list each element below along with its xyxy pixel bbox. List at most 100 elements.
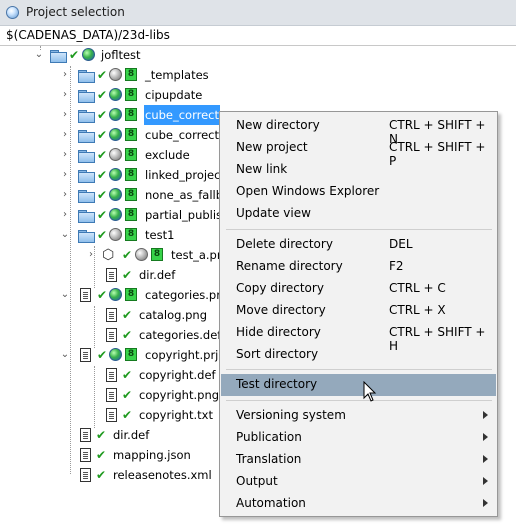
menu-item-delete-directory[interactable]: Delete directory DEL (221, 234, 496, 256)
tree-node-label: dir.def (139, 268, 176, 282)
check-icon: ✔ (97, 228, 108, 242)
tree-node-label: test_a.prj (171, 248, 225, 262)
collapse-arrow-icon[interactable]: ⌄ (60, 345, 70, 365)
file-icon (80, 288, 91, 302)
expand-arrow-icon[interactable]: › (60, 205, 70, 225)
tree-node-folder[interactable]: › ✔ 8 none_as_fallba (60, 185, 230, 205)
folder-icon (78, 110, 95, 123)
globe-icon (109, 168, 122, 181)
menu-item-copy-directory[interactable]: Copy directory CTRL + C (221, 278, 496, 300)
tree-node-folder-selected[interactable]: › ✔ 8 cube_correct (60, 105, 221, 125)
expand-arrow-icon[interactable]: › (60, 185, 70, 205)
expand-arrow-icon[interactable]: › (60, 85, 70, 105)
tree-node-label: exclude (145, 148, 190, 162)
folder-open-icon (50, 50, 67, 63)
tree-node-file[interactable]: ✔ categories.def (96, 325, 221, 345)
menu-separator (226, 400, 492, 401)
menu-item-versioning-system[interactable]: Versioning system (221, 405, 496, 427)
tree-node-folder[interactable]: › ✔ 8 exclude (60, 145, 220, 165)
tree-node-folder[interactable]: › ✔ 8 linked_project (60, 165, 225, 185)
tree-node-label: linked_project (145, 168, 225, 182)
status-badge-icon: 8 (125, 68, 137, 81)
expand-arrow-icon[interactable]: › (60, 65, 70, 85)
check-icon: ✔ (97, 128, 108, 142)
globe-icon (109, 88, 122, 101)
menu-item-new-directory[interactable]: New directory CTRL + SHIFT + N (221, 115, 496, 146)
globe-icon (109, 228, 122, 241)
globe-icon (109, 348, 122, 361)
menu-item-translation[interactable]: Translation (221, 449, 496, 471)
tree-node-folder-open[interactable]: ⌄ ✔ 8 test1 (60, 225, 220, 245)
tree-node-file[interactable]: ✔ dir.def (96, 265, 186, 285)
tree-node-project[interactable]: ⌄ ✔ 8 copyright.prj (60, 345, 220, 365)
menu-item-sort-directory[interactable]: Sort directory (221, 344, 496, 366)
submenu-arrow-icon (483, 477, 488, 485)
check-icon: ✔ (122, 388, 133, 402)
tree-node-folder[interactable]: › ✔ 8 partial_publish (60, 205, 229, 225)
check-icon: ✔ (97, 348, 108, 362)
title-bar: Project selection (0, 0, 516, 26)
file-icon (106, 388, 117, 402)
globe-app-icon (6, 6, 19, 19)
status-badge-icon: 8 (125, 148, 137, 161)
cube-icon: ⬡ (102, 247, 115, 263)
check-icon: ✔ (122, 328, 133, 342)
submenu-arrow-icon (483, 433, 488, 441)
tree-node-file[interactable]: ✔ mapping.json (70, 445, 191, 465)
menu-item-new-link[interactable]: New link (221, 159, 496, 181)
status-badge-icon: 8 (125, 108, 137, 121)
menu-item-test-directory[interactable]: Test directory (221, 374, 496, 396)
menu-item-publication[interactable]: Publication (221, 427, 496, 449)
check-icon: ✔ (97, 108, 108, 122)
collapse-arrow-icon[interactable]: ⌄ (34, 45, 44, 65)
menu-item-open-windows-explorer[interactable]: Open Windows Explorer (221, 181, 496, 203)
tree-node-folder[interactable]: › ✔ 8 _templates (60, 65, 220, 85)
tree-node-file[interactable]: ✔ dir.def (70, 425, 170, 445)
expand-arrow-icon[interactable]: › (86, 245, 96, 265)
expand-arrow-icon[interactable]: › (60, 125, 70, 145)
tree-node-label: dir.def (113, 428, 150, 442)
expand-arrow-icon[interactable]: › (60, 165, 70, 185)
menu-separator (226, 229, 492, 230)
window-title: Project selection (26, 5, 125, 19)
expand-arrow-icon[interactable]: › (60, 105, 70, 125)
menu-item-output[interactable]: Output (221, 471, 496, 493)
tree-node-project[interactable]: ⌄ ✔ 8 categories.prj (60, 285, 224, 305)
file-icon (80, 428, 91, 442)
globe-icon (109, 288, 122, 301)
check-icon: ✔ (97, 148, 108, 162)
tree-node-file[interactable]: ✔ copyright.png (96, 385, 219, 405)
collapse-arrow-icon[interactable]: ⌄ (60, 225, 70, 245)
path-field[interactable]: $(CADENAS_DATA)/23d-libs (0, 26, 516, 46)
menu-item-automation[interactable]: Automation (221, 493, 496, 515)
menu-item-update-view[interactable]: Update view (221, 203, 496, 225)
tree-node-label: none_as_fallba (145, 188, 231, 202)
globe-icon (109, 148, 122, 161)
tree-node-file[interactable]: ✔ releasenotes.xml (70, 465, 212, 485)
folder-open-icon (78, 230, 95, 243)
globe-icon (135, 248, 148, 261)
menu-separator (226, 369, 492, 370)
tree-node-label: partial_publish (145, 208, 230, 222)
tree-node-label: copyright.txt (139, 408, 213, 422)
tree-node-folder[interactable]: › ✔ 8 cipupdate (60, 85, 220, 105)
folder-icon (78, 170, 95, 183)
expand-arrow-icon[interactable]: › (60, 145, 70, 165)
tree-node-folder[interactable]: › ✔ 8 cube_correct (60, 125, 220, 145)
submenu-arrow-icon (483, 455, 488, 463)
menu-item-new-project[interactable]: New project CTRL + SHIFT + P (221, 137, 496, 168)
menu-item-move-directory[interactable]: Move directory CTRL + X (221, 300, 496, 322)
folder-icon (78, 90, 95, 103)
submenu-arrow-icon (483, 411, 488, 419)
collapse-arrow-icon[interactable]: ⌄ (60, 285, 70, 305)
tree-node-root[interactable]: ⌄ ✔ jofltest (34, 45, 141, 65)
tree-node-label: mapping.json (113, 448, 191, 462)
tree-node-file[interactable]: ✔ copyright.txt (96, 405, 216, 425)
tree-node-file[interactable]: ✔ copyright.def (96, 365, 216, 385)
menu-item-rename-directory[interactable]: Rename directory F2 (221, 256, 496, 278)
menu-item-hide-directory[interactable]: Hide directory CTRL + SHIFT + H (221, 322, 496, 353)
tree-node-label: categories.prj (145, 288, 225, 302)
tree-node-file[interactable]: ✔ catalog.png (96, 305, 207, 325)
folder-icon (78, 130, 95, 143)
tree-node-project[interactable]: › ⬡ ✔ 8 test_a.prj (86, 245, 226, 265)
